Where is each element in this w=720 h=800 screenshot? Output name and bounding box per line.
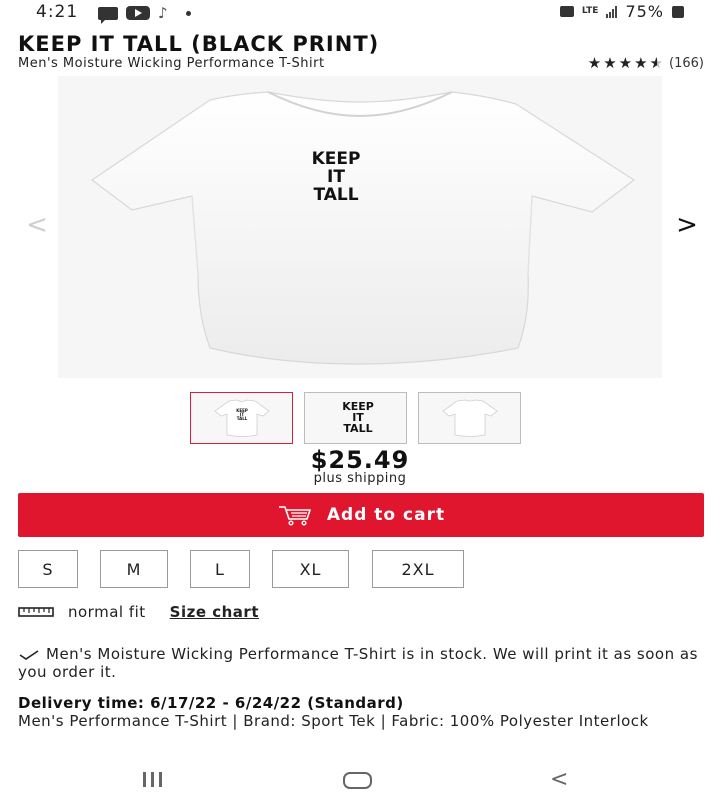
lte-indicator: LTE <box>581 6 599 16</box>
size-option-l[interactable]: L <box>190 550 250 588</box>
tshirt-front-thumb: KEEP IT TALL <box>213 399 270 437</box>
product-description: Men's Performance T-Shirt | Brand: Sport… <box>18 712 649 730</box>
detail-print-3: TALL <box>343 422 372 435</box>
recent-apps-button[interactable] <box>143 772 162 787</box>
prev-image-button[interactable]: < <box>26 210 48 240</box>
size-option-xl[interactable]: XL <box>272 550 349 588</box>
add-to-cart-label: Add to cart <box>326 505 446 525</box>
print-line-2: IT <box>327 167 345 187</box>
check-icon <box>19 649 39 660</box>
product-subtitle: Men's Moisture Wicking Performance T-Shi… <box>18 56 325 71</box>
thumbnail-front[interactable]: KEEP IT TALL <box>190 392 293 444</box>
home-button[interactable] <box>343 772 372 789</box>
stock-text: Men's Moisture Wicking Performance T-Shi… <box>18 645 698 681</box>
tshirt-back-thumb <box>441 399 498 437</box>
cart-icon <box>278 506 311 526</box>
star-icon: ★ <box>587 54 602 72</box>
thumbnail-strip: KEEP IT TALL KEEP IT TALL <box>190 392 521 444</box>
ruler-icon <box>18 607 54 617</box>
tiktok-icon: ♪ <box>158 4 168 22</box>
back-button[interactable]: < <box>550 767 568 792</box>
print-line-3: TALL <box>313 185 358 205</box>
star-icon: ★ <box>603 54 617 72</box>
print-line-1: KEEP <box>312 149 361 169</box>
status-time: 4:21 <box>36 2 79 22</box>
signal-icon <box>606 5 618 18</box>
system-icons: LTE 75% <box>559 2 684 21</box>
size-option-2xl[interactable]: 2XL <box>372 550 464 588</box>
size-chart-link[interactable]: Size chart <box>170 603 259 621</box>
fit-info: normal fit Size chart <box>18 603 259 621</box>
thumbnail-back[interactable] <box>418 392 521 444</box>
tshirt-image: KEEP IT TALL <box>90 91 636 365</box>
status-bar: 4:21 ♪ LTE 75% <box>0 0 720 24</box>
rating[interactable]: ★ ★ ★ ★ ★ ★ (166) <box>588 55 704 71</box>
product-title: KEEP IT TALL (BLACK PRINT) <box>18 32 380 56</box>
shipping-note: plus shipping <box>313 471 407 486</box>
product-price: $25.49 <box>310 446 410 474</box>
message-icon <box>98 6 118 24</box>
size-option-s[interactable]: S <box>18 550 78 588</box>
star-icon: ★ <box>618 54 633 72</box>
stock-message: Men's Moisture Wicking Performance T-Shi… <box>18 645 698 681</box>
thumb-print-3: TALL <box>236 416 247 421</box>
camera-icon <box>559 6 574 17</box>
fit-label: normal fit <box>68 603 146 621</box>
delivery-time: Delivery time: 6/17/22 - 6/24/22 (Standa… <box>18 694 404 712</box>
product-image[interactable]: KEEP IT TALL <box>58 76 662 378</box>
more-notifications-icon <box>185 10 191 16</box>
youtube-icon <box>126 6 150 20</box>
battery-icon <box>672 5 684 18</box>
next-image-button[interactable]: > <box>676 210 698 240</box>
notification-icons: ♪ <box>98 4 191 24</box>
system-nav-bar: < <box>0 762 720 800</box>
battery-percent: 75% <box>625 2 664 21</box>
add-to-cart-button[interactable]: Add to cart <box>18 493 704 537</box>
print-detail-thumb: KEEP IT TALL <box>342 400 374 435</box>
thumbnail-detail[interactable]: KEEP IT TALL <box>304 392 407 444</box>
size-option-m[interactable]: M <box>100 550 168 588</box>
star-icon: ★ <box>634 54 648 72</box>
half-star-icon: ★ ★ <box>649 54 664 72</box>
rating-count: (166) <box>669 55 704 71</box>
